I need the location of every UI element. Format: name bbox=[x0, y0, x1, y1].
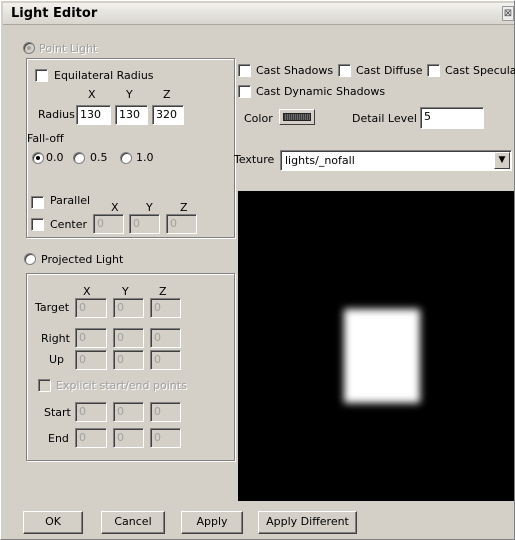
cast-dynamic-shadows-label: Cast Dynamic Shadows bbox=[256, 85, 386, 98]
proj-y-header: Y bbox=[122, 285, 129, 298]
target-label: Target bbox=[35, 301, 70, 314]
radius-y-header: Y bbox=[126, 88, 133, 101]
cast-diffuse-label: Cast Diffuse bbox=[356, 64, 423, 77]
close-icon[interactable]: ⊠ bbox=[502, 6, 514, 21]
radius-z-input[interactable]: 320 bbox=[152, 105, 184, 125]
target-y-input[interactable]: 0 bbox=[113, 298, 144, 318]
title-bar[interactable]: Light Editor ⊠ bbox=[3, 3, 514, 25]
proj-z-header: Z bbox=[159, 285, 167, 298]
center-z-input[interactable]: 0 bbox=[166, 214, 197, 234]
cancel-button[interactable]: Cancel bbox=[101, 511, 165, 534]
radius-x-input[interactable]: 130 bbox=[76, 105, 111, 125]
texture-value: lights/_nofall bbox=[280, 150, 512, 171]
right-z-input[interactable]: 0 bbox=[150, 328, 181, 348]
falloff-radio-0-5[interactable] bbox=[73, 152, 85, 164]
color-label: Color bbox=[244, 112, 273, 125]
radius-x-header: X bbox=[88, 88, 96, 101]
falloff-label: Fall-off bbox=[27, 132, 64, 145]
light-preview bbox=[238, 191, 514, 501]
falloff-0-5-label: 0.5 bbox=[90, 151, 108, 164]
apply-different-button[interactable]: Apply Different bbox=[258, 511, 357, 534]
cast-dynamic-shadows-checkbox[interactable] bbox=[238, 85, 251, 98]
color-swatch-button[interactable] bbox=[279, 109, 315, 125]
falloff-1-0-label: 1.0 bbox=[136, 151, 154, 164]
equilateral-radius-label: Equilateral Radius bbox=[54, 69, 154, 82]
start-y-input[interactable]: 0 bbox=[113, 402, 144, 422]
point-light-group bbox=[26, 58, 235, 238]
up-label: Up bbox=[49, 353, 65, 366]
ok-button[interactable]: OK bbox=[23, 511, 83, 534]
right-x-input[interactable]: 0 bbox=[75, 328, 107, 348]
end-z-input[interactable]: 0 bbox=[150, 428, 181, 448]
target-z-input[interactable]: 0 bbox=[150, 298, 181, 318]
cast-shadows-checkbox[interactable] bbox=[238, 64, 251, 77]
parallel-checkbox[interactable] bbox=[31, 196, 44, 209]
up-z-input[interactable]: 0 bbox=[150, 350, 181, 370]
chevron-down-icon[interactable]: ▼ bbox=[494, 152, 510, 169]
texture-label: Texture bbox=[234, 153, 275, 166]
center-y-input[interactable]: 0 bbox=[129, 214, 160, 234]
proj-x-header: X bbox=[83, 285, 91, 298]
right-y-input[interactable]: 0 bbox=[113, 328, 144, 348]
explicit-points-label: Explicit start/end points bbox=[56, 379, 187, 392]
cast-specular-label: Cast Specular bbox=[445, 64, 515, 77]
start-label: Start bbox=[44, 406, 71, 419]
point-light-radio[interactable] bbox=[23, 42, 35, 54]
center-label: Center bbox=[50, 218, 88, 231]
falloff-radio-0-0[interactable] bbox=[32, 152, 44, 164]
texture-select[interactable]: lights/_nofall ▼ bbox=[280, 150, 512, 171]
light-editor-window: Light Editor ⊠ Point Light Equilateral R… bbox=[0, 0, 515, 540]
start-x-input[interactable]: 0 bbox=[75, 402, 107, 422]
projected-light-label: Projected Light bbox=[41, 253, 124, 266]
up-x-input[interactable]: 0 bbox=[75, 350, 107, 370]
center-checkbox[interactable] bbox=[31, 218, 44, 231]
cast-specular-checkbox[interactable] bbox=[427, 64, 440, 77]
explicit-points-checkbox[interactable] bbox=[38, 379, 51, 392]
target-x-input[interactable]: 0 bbox=[75, 298, 107, 318]
falloff-radio-1-0[interactable] bbox=[120, 152, 132, 164]
center-x-header: X bbox=[111, 201, 119, 214]
detail-level-input[interactable]: 5 bbox=[420, 107, 484, 129]
end-y-input[interactable]: 0 bbox=[113, 428, 144, 448]
center-z-header: Z bbox=[180, 201, 188, 214]
radius-z-header: Z bbox=[163, 88, 171, 101]
point-light-label: Point Light bbox=[39, 42, 98, 55]
start-z-input[interactable]: 0 bbox=[150, 402, 181, 422]
right-label: Right bbox=[41, 332, 70, 345]
light-falloff-square bbox=[344, 309, 420, 403]
window-title: Light Editor bbox=[11, 6, 98, 21]
color-swatch bbox=[283, 113, 311, 121]
center-y-header: Y bbox=[146, 201, 153, 214]
projected-light-radio[interactable] bbox=[24, 253, 36, 265]
radius-y-input[interactable]: 130 bbox=[115, 105, 148, 125]
up-y-input[interactable]: 0 bbox=[113, 350, 144, 370]
parallel-label: Parallel bbox=[50, 194, 91, 207]
end-x-input[interactable]: 0 bbox=[75, 428, 107, 448]
radius-label: Radius bbox=[38, 108, 75, 121]
end-label: End bbox=[48, 432, 69, 445]
falloff-0-0-label: 0.0 bbox=[46, 151, 64, 164]
detail-level-label: Detail Level bbox=[352, 112, 417, 125]
cast-diffuse-checkbox[interactable] bbox=[338, 64, 351, 77]
apply-button[interactable]: Apply bbox=[181, 511, 243, 534]
center-x-input[interactable]: 0 bbox=[93, 214, 124, 234]
equilateral-radius-checkbox[interactable] bbox=[35, 69, 48, 82]
cast-shadows-label: Cast Shadows bbox=[256, 64, 334, 77]
